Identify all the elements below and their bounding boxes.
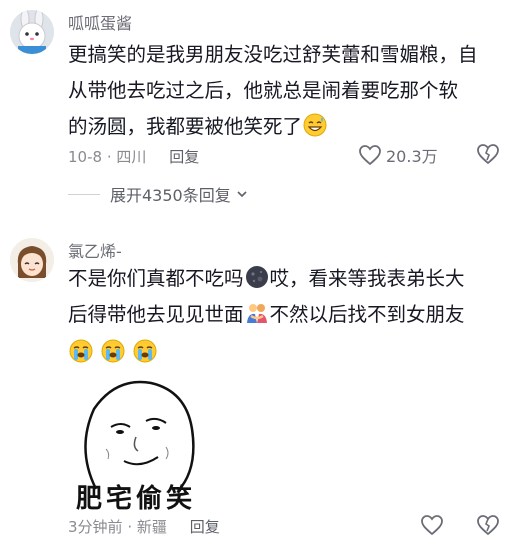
- comment-text-line: 后得带他去见见世面 不然以后找不到女朋友: [68, 297, 465, 333]
- dark-moon-face-emoji: [245, 266, 268, 288]
- comment-username[interactable]: 呱呱蛋酱: [68, 10, 132, 34]
- bunny-avatar-icon: [10, 10, 54, 54]
- comment-text-segment: 不然以后找不到女朋友: [269, 303, 465, 326]
- broken-heart-icon: [477, 144, 499, 165]
- heart-icon: [359, 145, 381, 166]
- comment-text-segment: 从带他去吃过之后，他就总是闹着要吃那个软: [68, 79, 459, 102]
- grinning-sweat-emoji: [303, 113, 327, 137]
- avatar[interactable]: [10, 238, 54, 282]
- broken-heart-icon: [477, 515, 499, 536]
- comment-text-line: 从带他去吃过之后，他就总是闹着要吃那个软: [68, 73, 478, 109]
- expand-replies-label: 展开4350条回复: [110, 186, 231, 205]
- like-button[interactable]: 20.3万: [358, 143, 438, 167]
- loudly-crying-emoji: [133, 339, 157, 363]
- dislike-button[interactable]: [476, 514, 500, 540]
- comment-time: 3分钟前: [68, 518, 123, 536]
- loudly-crying-emoji: [69, 339, 93, 363]
- avatar[interactable]: [10, 10, 54, 54]
- hugging-people-emoji: [246, 304, 267, 323]
- reply-button[interactable]: 回复: [169, 148, 199, 166]
- heart-icon: [421, 515, 443, 536]
- meta-separator: ·: [106, 148, 112, 166]
- comment-text-segment: 后得带他去见见世面: [68, 303, 244, 326]
- meta-separator: ·: [127, 518, 133, 536]
- comment-text-line: 更搞笑的是我男朋友没吃过舒芙蕾和雪媚粮，自: [68, 43, 478, 66]
- divider: [68, 193, 100, 195]
- like-count: 20.3万: [386, 147, 438, 166]
- comment-date: 10-8: [68, 148, 103, 166]
- chevron-down-icon: [237, 191, 247, 198]
- comment-text: 不是你们真都不吃吗 哎，看来等我表弟长大 后得带他去见见世面 不然以后找不到女朋友: [68, 261, 465, 371]
- comment-text-segment: 不是你们真都不吃吗: [68, 267, 244, 290]
- like-button[interactable]: [420, 514, 448, 536]
- dislike-button[interactable]: [476, 143, 500, 169]
- girl-avatar-icon: [10, 238, 54, 282]
- comment-text: 更搞笑的是我男朋友没吃过舒芙蕾和雪媚粮，自 从带他去吃过之后，他就总是闹着要吃那…: [68, 37, 478, 145]
- sticker-image[interactable]: 肥宅偷笑: [66, 369, 206, 519]
- expand-replies-button[interactable]: 展开4350条回复: [68, 182, 249, 206]
- comment-text-segment: 的汤圆，我都要被他笑死了: [68, 115, 303, 138]
- comment-location: 新疆: [136, 518, 167, 536]
- comment-username[interactable]: 氯乙烯-: [68, 238, 122, 262]
- comment-text-line: 不是你们真都不吃吗 哎，看来等我表弟长大: [68, 261, 465, 297]
- reply-button[interactable]: 回复: [190, 518, 220, 536]
- comment-meta: 10-8 · 四川 回复: [68, 146, 199, 167]
- comment-text-line: 的汤圆，我都要被他笑死了: [68, 109, 478, 145]
- comment-text-segment: 哎，看来等我表弟长大: [269, 267, 465, 290]
- comment-text-line: [68, 335, 465, 371]
- sticker-caption: 肥宅偷笑: [75, 484, 196, 514]
- comment-location: 四川: [116, 148, 147, 166]
- comment-meta: 3分钟前 · 新疆 回复: [68, 516, 220, 537]
- loudly-crying-emoji: [101, 339, 125, 363]
